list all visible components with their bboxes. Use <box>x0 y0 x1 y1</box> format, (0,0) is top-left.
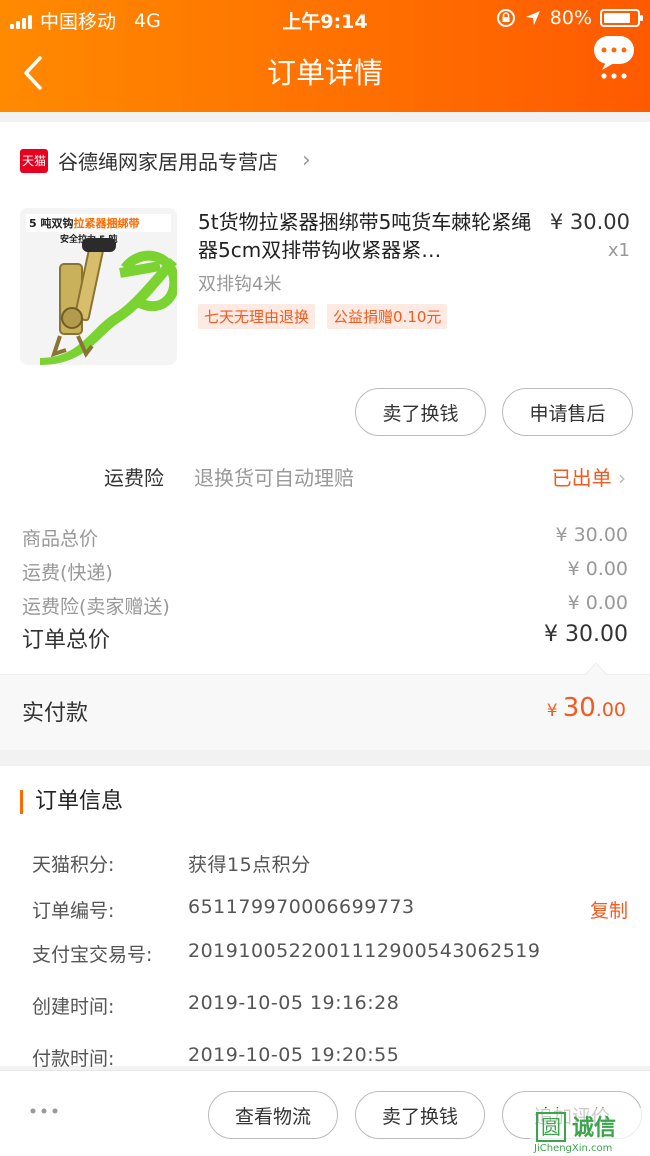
page-title: 订单详情 <box>266 56 383 90</box>
header: 中国移动 4G 上午9:14 80% 订单详情 <box>0 0 650 112</box>
tag-charity: 公益捐赠0.10元 <box>327 304 448 329</box>
shop-row[interactable]: 天猫 谷德绳网家居用品专营店 › <box>20 146 311 175</box>
paid-value: ¥ 30.00 <box>547 693 626 723</box>
info-key: 订单编号: <box>32 900 115 922</box>
info-value: 2019-10-05 19:20:55 <box>188 1044 400 1066</box>
tag-return-policy: 七天无理由退换 <box>198 304 316 329</box>
insurance-status: 已出单 › <box>552 462 626 491</box>
paid-amount-box: 实付款 ¥ 30.00 <box>0 662 650 750</box>
insurance-label: 运费险 <box>104 466 164 490</box>
product-sku: 双排钩4米 <box>198 274 282 295</box>
watermark-url: JiChengXin.com <box>534 1143 613 1154</box>
info-key: 创建时间: <box>32 996 115 1018</box>
notch <box>584 662 608 686</box>
more-menu-icon[interactable] <box>592 34 636 82</box>
battery-icon <box>600 9 643 27</box>
copy-button[interactable]: 复制 <box>590 896 628 923</box>
bottom-action-bar: 查看物流 卖了换钱 追加评价 圆 诚信 JiChengXin.com <box>0 1070 650 1156</box>
fee-label: 运费险(卖家赠送) <box>22 596 170 618</box>
fee-value: ¥ 0.00 <box>567 558 628 580</box>
fee-value: ¥ 30.00 <box>555 524 628 546</box>
shop-name[interactable]: 谷德绳网家居用品专营店 <box>58 146 278 175</box>
order-total-row: 订单总价 ¥ 30.00 <box>22 622 628 654</box>
fee-row-shipping: 运费(快递) ¥ 0.00 <box>22 558 628 585</box>
view-logistics-button[interactable]: 查看物流 <box>208 1091 338 1139</box>
info-key: 付款时间: <box>32 1048 115 1070</box>
watermark-text: 诚信 <box>572 1116 617 1141</box>
watermark-logo-icon: 圆 <box>536 1112 566 1142</box>
chevron-right-icon: › <box>302 148 311 173</box>
info-key: 支付宝交易号: <box>32 944 153 966</box>
product-title[interactable]: 5t货物拉紧器捆绑带5吨货车棘轮紧绳器5cm双排带钩收紧器紧… <box>198 208 538 264</box>
insurance-status-text: 已出单 <box>551 466 612 490</box>
paid-label: 实付款 <box>22 701 89 726</box>
fee-row-goods: 商品总价 ¥ 30.00 <box>22 524 628 551</box>
status-bar: 中国移动 4G 上午9:14 80% <box>0 0 650 38</box>
tmall-logo-icon: 天猫 <box>20 148 48 173</box>
location-icon <box>525 11 540 25</box>
rotation-lock-icon <box>496 9 515 27</box>
info-value: 651179970006699773 <box>188 896 415 918</box>
ratchet-strap-image <box>40 238 177 365</box>
paid-decimal: .00 <box>595 699 626 721</box>
more-dots-icon[interactable] <box>28 1101 60 1121</box>
fee-label: 商品总价 <box>22 528 99 550</box>
info-value: 获得15点积分 <box>188 854 311 876</box>
total-value: ¥ 30.00 <box>544 622 628 647</box>
battery-fill <box>604 13 630 23</box>
info-value: 2019100522001112900543062519 <box>188 940 541 962</box>
sell-for-cash-button[interactable]: 卖了换钱 <box>355 388 486 436</box>
paid-currency: ¥ <box>546 701 558 721</box>
section-title: 订单信息 <box>20 790 123 814</box>
chevron-right-icon: › <box>618 466 626 490</box>
paid-integer: 30 <box>562 693 596 723</box>
watermark: 圆 诚信 JiChengXin.com <box>530 1108 650 1156</box>
product-price: ¥ 30.00 <box>549 210 630 234</box>
battery-percent: 80% <box>549 7 592 29</box>
product-tags: 七天无理由退换 公益捐赠0.10元 <box>198 304 448 329</box>
info-value: 2019-10-05 19:16:28 <box>188 992 400 1014</box>
fee-value: ¥ 0.00 <box>567 592 628 614</box>
info-key: 天猫积分: <box>32 854 115 876</box>
shipping-insurance-row[interactable]: 运费险 退换货可自动理赔 已出单 › <box>0 454 650 494</box>
order-card: 天猫 谷德绳网家居用品专营店 › 5 吨双钩拉紧器捆绑带 安全拉力 5 吨 5t… <box>0 122 650 750</box>
total-label: 订单总价 <box>22 628 111 653</box>
fee-label: 运费(快递) <box>22 562 113 584</box>
product-image[interactable]: 5 吨双钩拉紧器捆绑带 安全拉力 5 吨 <box>20 208 177 365</box>
insurance-desc: 退换货可自动理赔 <box>194 466 354 490</box>
fee-row-insurance: 运费险(卖家赠送) ¥ 0.00 <box>22 592 628 619</box>
order-info-card: 订单信息 天猫积分: 获得15点积分 订单编号: 651179970006699… <box>0 766 650 1070</box>
sell-for-cash-button[interactable]: 卖了换钱 <box>355 1091 485 1139</box>
after-sale-button[interactable]: 申请售后 <box>502 388 633 436</box>
product-quantity: x1 <box>607 240 630 261</box>
